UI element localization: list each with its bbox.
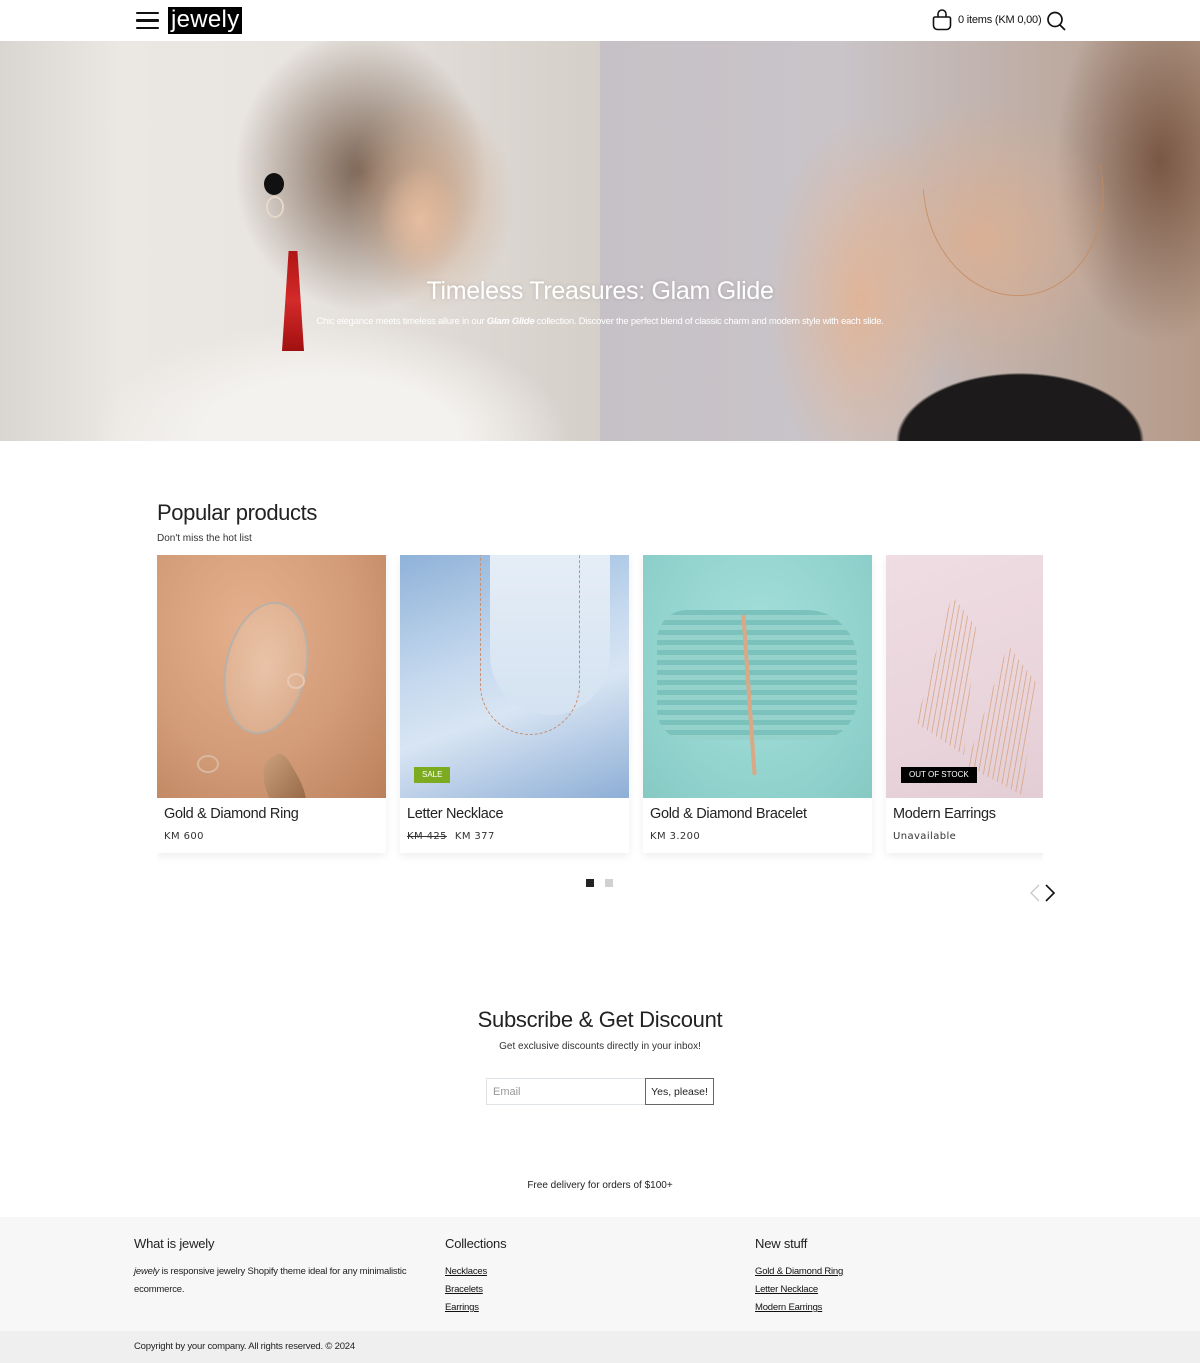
sale-badge: SALE — [414, 767, 451, 783]
product-price: KM 3.200 — [650, 831, 701, 842]
product-card[interactable]: Gold & Diamond Bracelet KM 3.200 — [643, 555, 872, 853]
cylinder-decor — [657, 610, 857, 740]
cart-button[interactable]: 0 items (KM 0,00) — [932, 9, 1042, 31]
product-card[interactable]: SALE Letter Necklace KM 425 KM 377 — [400, 555, 629, 853]
site-header: jewely 0 items (KM 0,00) — [0, 0, 1200, 41]
hero-image-necklace-model — [600, 41, 1200, 441]
product-card[interactable]: OUT OF STOCK Modern Earrings Unavailable — [886, 555, 1043, 853]
pagination-dot-1[interactable] — [586, 879, 594, 887]
product-price: KM 600 — [164, 831, 204, 842]
carousel-pagination — [586, 879, 613, 887]
earring-decor — [916, 595, 976, 755]
site-footer: What is jewely jewely is responsive jewe… — [0, 1217, 1200, 1331]
product-availability: Unavailable — [893, 831, 957, 842]
hero-subtitle-text: collection. Discover the perfect blend o… — [534, 316, 884, 327]
product-name[interactable]: Gold & Diamond Ring — [164, 806, 299, 822]
copyright-bar: Copyright by your company. All rights re… — [0, 1331, 1200, 1363]
feather-decor — [251, 750, 319, 798]
newsletter-text: Get exclusive discounts directly in your… — [499, 1041, 701, 1052]
mirror-decor — [211, 593, 321, 743]
copyright-text: Copyright by your company. All rights re… — [134, 1341, 355, 1352]
hero-subtitle-emphasis: Glam Glide — [486, 316, 535, 327]
footer-collections: Collections Necklaces Bracelets Earrings — [445, 1236, 507, 1317]
product-price: KM 425 KM 377 — [407, 831, 495, 842]
hero-slider[interactable]: Timeless Treasures: Glam Glide Chic eleg… — [0, 41, 1200, 441]
footer-link-modern-earrings[interactable]: Modern Earrings — [755, 1299, 843, 1317]
delivery-note: Free delivery for orders of $100+ — [527, 1180, 673, 1191]
chevron-right-icon[interactable] — [1043, 883, 1057, 903]
product-image[interactable]: SALE — [400, 555, 629, 798]
product-name[interactable]: Gold & Diamond Bracelet — [650, 806, 807, 822]
pagination-dot-2[interactable] — [605, 879, 613, 887]
product-card[interactable]: Gold & Diamond Ring KM 600 — [157, 555, 386, 853]
product-image[interactable] — [643, 555, 872, 798]
compare-at-price: KM 425 — [407, 831, 447, 842]
footer-heading: Collections — [445, 1236, 507, 1251]
chain-decor — [480, 555, 580, 735]
subscribe-button[interactable]: Yes, please! — [645, 1078, 714, 1105]
earring-decor — [264, 173, 284, 195]
chevron-left-icon[interactable] — [1028, 883, 1042, 903]
hamburger-menu-button[interactable] — [136, 12, 159, 30]
section-subtitle: Don't miss the hot list — [157, 533, 252, 544]
footer-link-earrings[interactable]: Earrings — [445, 1299, 506, 1317]
hero-subtitle: Chic elegance meets timeless allure in o… — [0, 316, 1200, 327]
cart-summary: 0 items (KM 0,00) — [958, 14, 1042, 26]
earring-decor — [266, 196, 284, 218]
footer-link-gold-diamond-ring[interactable]: Gold & Diamond Ring — [755, 1263, 843, 1281]
section-title: Popular products — [157, 500, 317, 525]
product-carousel: Gold & Diamond Ring KM 600 SALE Letter N… — [157, 555, 1043, 865]
product-image[interactable] — [157, 555, 386, 798]
newsletter-title: Subscribe & Get Discount — [477, 1007, 723, 1032]
ring-decor — [197, 755, 219, 773]
footer-about-text: jewely is responsive jewelry Shopify the… — [134, 1263, 434, 1299]
hero-title: Timeless Treasures: Glam Glide — [426, 277, 774, 305]
footer-heading: What is jewely — [134, 1236, 215, 1251]
ring-decor — [287, 673, 305, 689]
hero-image-earring-model — [0, 41, 600, 441]
hamburger-icon-bar — [136, 26, 159, 30]
email-input[interactable] — [486, 1078, 646, 1105]
shopping-bag-icon — [932, 9, 952, 31]
about-description: is responsive jewelry Shopify theme idea… — [134, 1266, 407, 1295]
out-of-stock-badge: OUT OF STOCK — [901, 767, 977, 783]
product-name[interactable]: Modern Earrings — [893, 806, 996, 822]
search-icon[interactable] — [1046, 10, 1066, 32]
hamburger-icon-bar — [136, 19, 159, 22]
product-name[interactable]: Letter Necklace — [407, 806, 504, 822]
hero-subtitle-text: Chic elegance meets timeless allure in o… — [316, 316, 487, 327]
footer-new-stuff: New stuff Gold & Diamond Ring Letter Nec… — [755, 1236, 843, 1317]
footer-heading: New stuff — [755, 1236, 808, 1251]
brand-name: jewely — [134, 1266, 160, 1277]
sale-price: KM 377 — [454, 831, 495, 842]
footer-about: What is jewely jewely is responsive jewe… — [134, 1236, 434, 1299]
hamburger-icon-bar — [136, 12, 159, 15]
footer-link-letter-necklace[interactable]: Letter Necklace — [755, 1281, 843, 1299]
footer-link-necklaces[interactable]: Necklaces — [445, 1263, 506, 1281]
product-image[interactable]: OUT OF STOCK — [886, 555, 1043, 798]
site-logo[interactable]: jewely — [168, 7, 242, 34]
footer-link-bracelets[interactable]: Bracelets — [445, 1281, 506, 1299]
